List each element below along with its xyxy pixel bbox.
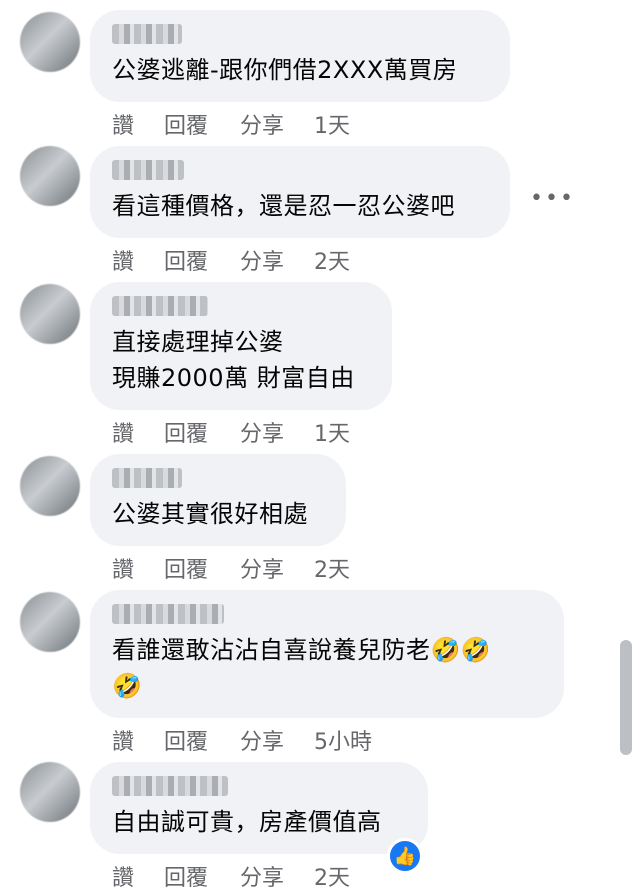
like-button[interactable]: 讚: [112, 724, 164, 756]
reply-button[interactable]: 回覆: [164, 108, 240, 140]
comment-text: 看這種價格，還是忍一忍公婆吧: [112, 192, 455, 220]
avatar[interactable]: [20, 456, 80, 516]
comment-actions: 讚 回覆 分享 2天: [112, 860, 350, 892]
comment-text: 公婆其實很好相處: [112, 500, 308, 528]
comment-time[interactable]: 1天: [314, 108, 350, 140]
commenter-name-blurred[interactable]: [112, 604, 224, 624]
avatar[interactable]: [20, 284, 80, 344]
comment-time[interactable]: 5小時: [314, 724, 372, 756]
commenter-name-blurred[interactable]: [112, 468, 182, 488]
comment-bubble: 看誰還敢沾沾自喜說養兒防老🤣🤣 🤣: [90, 590, 564, 718]
reply-button[interactable]: 回覆: [164, 416, 240, 448]
like-button[interactable]: 讚: [112, 416, 164, 448]
share-button[interactable]: 分享: [240, 108, 314, 140]
reply-button[interactable]: 回覆: [164, 860, 240, 892]
comment-bubble: 直接處理掉公婆 現賺2000萬 財富自由: [90, 282, 392, 410]
comment-text: 公婆逃離-跟你們借2XXX萬買房: [112, 56, 458, 84]
scrollbar[interactable]: [620, 640, 632, 755]
share-button[interactable]: 分享: [240, 860, 314, 892]
comment-bubble: 公婆其實很好相處: [90, 454, 346, 546]
like-button[interactable]: 讚: [112, 244, 164, 276]
comment-text: 直接處理掉公婆 現賺2000萬 財富自由: [112, 328, 355, 392]
comment-actions: 讚 回覆 分享 2天: [112, 552, 350, 584]
reply-button[interactable]: 回覆: [164, 552, 240, 584]
comment-actions: 讚 回覆 分享 1天: [112, 416, 350, 448]
comment-time[interactable]: 2天: [314, 244, 350, 276]
avatar[interactable]: [20, 592, 80, 652]
comment-time[interactable]: 2天: [314, 860, 350, 892]
comment-actions: 讚 回覆 分享 5小時: [112, 724, 372, 756]
like-button[interactable]: 讚: [112, 860, 164, 892]
reply-button[interactable]: 回覆: [164, 244, 240, 276]
share-button[interactable]: 分享: [240, 416, 314, 448]
share-button[interactable]: 分享: [240, 552, 314, 584]
reply-button[interactable]: 回覆: [164, 724, 240, 756]
comment-bubble: 公婆逃離-跟你們借2XXX萬買房: [90, 10, 510, 102]
like-reaction-icon[interactable]: 👍: [387, 838, 423, 874]
comment-time[interactable]: 2天: [314, 552, 350, 584]
like-button[interactable]: 讚: [112, 108, 164, 140]
more-options-icon[interactable]: •••: [530, 186, 575, 211]
comment-text: 看誰還敢沾沾自喜說養兒防老🤣🤣 🤣: [112, 636, 492, 700]
comment-actions: 讚 回覆 分享 1天: [112, 108, 350, 140]
comment-actions: 讚 回覆 分享 2天: [112, 244, 350, 276]
comment-bubble: 自由誠可貴，房產價值高: [90, 762, 428, 854]
avatar[interactable]: [20, 762, 80, 822]
commenter-name-blurred[interactable]: [112, 296, 208, 316]
commenter-name-blurred[interactable]: [112, 776, 228, 796]
share-button[interactable]: 分享: [240, 244, 314, 276]
like-button[interactable]: 讚: [112, 552, 164, 584]
share-button[interactable]: 分享: [240, 724, 314, 756]
comment-bubble: 看這種價格，還是忍一忍公婆吧: [90, 146, 510, 238]
comment-time[interactable]: 1天: [314, 416, 350, 448]
comment-text: 自由誠可貴，房產價值高: [112, 808, 382, 836]
commenter-name-blurred[interactable]: [112, 24, 182, 44]
avatar[interactable]: [20, 146, 80, 206]
commenter-name-blurred[interactable]: [112, 160, 184, 180]
avatar[interactable]: [20, 12, 80, 72]
